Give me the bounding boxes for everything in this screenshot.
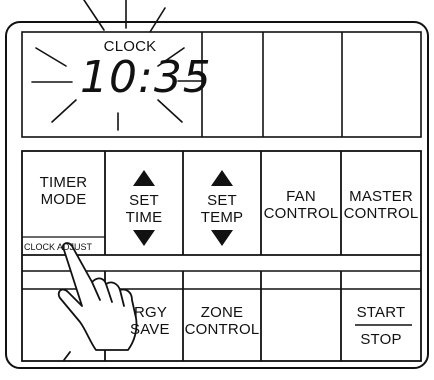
set-time-label-1: SET — [129, 192, 159, 209]
set-temp-label-1: SET — [207, 192, 237, 209]
stop-label: STOP — [360, 331, 402, 348]
timer-mode-button[interactable]: TIMER MODE — [23, 152, 104, 236]
master-control-label-1: MASTER — [349, 188, 413, 205]
energy-save-label-2: SAVE — [130, 321, 170, 338]
timer-mode-label-1: TIMER — [39, 174, 88, 191]
fan-control-button[interactable]: FAN CONTROL — [262, 152, 340, 254]
zone-control-label-1: ZONE — [200, 304, 244, 321]
energy-save-label-1: RGY — [134, 304, 168, 321]
control-panel: CLOCK 10:35 TIMER MODE CLOCK ADJUST SET … — [0, 0, 434, 380]
master-control-button[interactable]: MASTER CONTROL — [342, 152, 420, 254]
set-time-button[interactable]: SET TIME — [106, 152, 182, 254]
clock-time-display: 10:35 — [80, 52, 212, 103]
time-up-arrow-icon[interactable] — [133, 170, 155, 186]
temp-down-arrow-icon[interactable] — [211, 230, 233, 246]
zone-control-label-2: CONTROL — [184, 321, 260, 338]
fan-control-label-1: FAN — [286, 188, 316, 205]
start-label: START — [356, 304, 406, 321]
set-temp-button[interactable]: SET TEMP — [184, 152, 260, 254]
timer-mode-label-2: MODE — [40, 191, 87, 208]
master-control-label-2: CONTROL — [343, 205, 419, 222]
zone-control-button[interactable]: ZONE CONTROL — [184, 290, 260, 360]
set-temp-label-2: TEMP — [200, 209, 244, 226]
temp-up-arrow-icon[interactable] — [211, 170, 233, 186]
energy-save-button[interactable]: RGY SAVE — [106, 290, 182, 360]
time-down-arrow-icon[interactable] — [133, 230, 155, 246]
clock-adjust-label[interactable]: CLOCK ADJUST — [24, 242, 94, 252]
fan-control-label-2: CONTROL — [263, 205, 339, 222]
start-stop-button[interactable]: START STOP — [342, 290, 420, 360]
blank-button[interactable] — [262, 290, 340, 360]
set-time-label-2: TIME — [125, 209, 163, 226]
